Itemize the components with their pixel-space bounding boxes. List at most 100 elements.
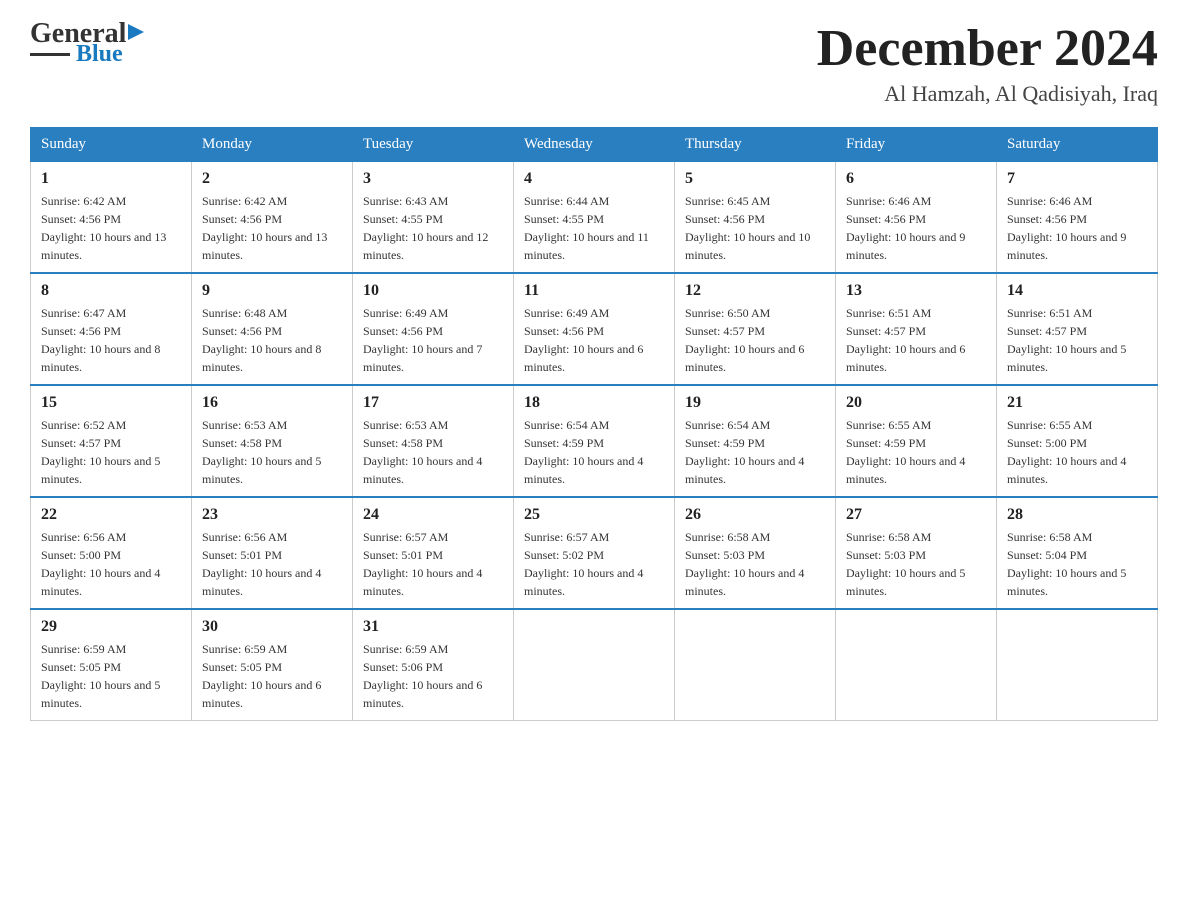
calendar-cell <box>997 609 1158 721</box>
weekday-header-monday: Monday <box>192 128 353 162</box>
day-info: Sunrise: 6:46 AMSunset: 4:56 PMDaylight:… <box>1007 194 1126 262</box>
calendar-cell: 27 Sunrise: 6:58 AMSunset: 5:03 PMDaylig… <box>836 497 997 609</box>
calendar-cell: 15 Sunrise: 6:52 AMSunset: 4:57 PMDaylig… <box>31 385 192 497</box>
calendar-cell: 31 Sunrise: 6:59 AMSunset: 5:06 PMDaylig… <box>353 609 514 721</box>
calendar-cell: 16 Sunrise: 6:53 AMSunset: 4:58 PMDaylig… <box>192 385 353 497</box>
day-info: Sunrise: 6:49 AMSunset: 4:56 PMDaylight:… <box>524 306 643 374</box>
day-number: 13 <box>846 282 986 300</box>
calendar-cell: 7 Sunrise: 6:46 AMSunset: 4:56 PMDayligh… <box>997 162 1158 274</box>
calendar-cell: 10 Sunrise: 6:49 AMSunset: 4:56 PMDaylig… <box>353 273 514 385</box>
calendar-cell: 29 Sunrise: 6:59 AMSunset: 5:05 PMDaylig… <box>31 609 192 721</box>
day-number: 8 <box>41 282 181 300</box>
day-info: Sunrise: 6:42 AMSunset: 4:56 PMDaylight:… <box>41 194 166 262</box>
calendar-cell: 28 Sunrise: 6:58 AMSunset: 5:04 PMDaylig… <box>997 497 1158 609</box>
day-number: 4 <box>524 170 664 188</box>
day-number: 14 <box>1007 282 1147 300</box>
day-number: 28 <box>1007 506 1147 524</box>
day-info: Sunrise: 6:56 AMSunset: 5:01 PMDaylight:… <box>202 530 321 598</box>
calendar-cell: 13 Sunrise: 6:51 AMSunset: 4:57 PMDaylig… <box>836 273 997 385</box>
day-info: Sunrise: 6:46 AMSunset: 4:56 PMDaylight:… <box>846 194 965 262</box>
day-info: Sunrise: 6:44 AMSunset: 4:55 PMDaylight:… <box>524 194 649 262</box>
day-info: Sunrise: 6:59 AMSunset: 5:05 PMDaylight:… <box>202 642 321 710</box>
day-number: 7 <box>1007 170 1147 188</box>
day-number: 2 <box>202 170 342 188</box>
calendar-cell: 21 Sunrise: 6:55 AMSunset: 5:00 PMDaylig… <box>997 385 1158 497</box>
day-number: 10 <box>363 282 503 300</box>
calendar-week-row: 1 Sunrise: 6:42 AMSunset: 4:56 PMDayligh… <box>31 162 1158 274</box>
day-info: Sunrise: 6:45 AMSunset: 4:56 PMDaylight:… <box>685 194 810 262</box>
logo-arrow-icon <box>128 22 148 42</box>
calendar-cell: 1 Sunrise: 6:42 AMSunset: 4:56 PMDayligh… <box>31 162 192 274</box>
calendar-cell: 4 Sunrise: 6:44 AMSunset: 4:55 PMDayligh… <box>514 162 675 274</box>
day-number: 5 <box>685 170 825 188</box>
calendar-cell: 3 Sunrise: 6:43 AMSunset: 4:55 PMDayligh… <box>353 162 514 274</box>
day-number: 17 <box>363 394 503 412</box>
weekday-header-friday: Friday <box>836 128 997 162</box>
day-number: 21 <box>1007 394 1147 412</box>
calendar-cell: 20 Sunrise: 6:55 AMSunset: 4:59 PMDaylig… <box>836 385 997 497</box>
day-info: Sunrise: 6:53 AMSunset: 4:58 PMDaylight:… <box>202 418 321 486</box>
day-info: Sunrise: 6:54 AMSunset: 4:59 PMDaylight:… <box>524 418 643 486</box>
weekday-header-wednesday: Wednesday <box>514 128 675 162</box>
calendar-cell: 9 Sunrise: 6:48 AMSunset: 4:56 PMDayligh… <box>192 273 353 385</box>
day-info: Sunrise: 6:55 AMSunset: 4:59 PMDaylight:… <box>846 418 965 486</box>
day-number: 27 <box>846 506 986 524</box>
calendar-cell <box>514 609 675 721</box>
calendar-cell: 23 Sunrise: 6:56 AMSunset: 5:01 PMDaylig… <box>192 497 353 609</box>
day-number: 20 <box>846 394 986 412</box>
day-number: 24 <box>363 506 503 524</box>
day-info: Sunrise: 6:49 AMSunset: 4:56 PMDaylight:… <box>363 306 482 374</box>
day-number: 22 <box>41 506 181 524</box>
calendar-cell <box>836 609 997 721</box>
day-info: Sunrise: 6:58 AMSunset: 5:03 PMDaylight:… <box>846 530 965 598</box>
calendar-cell: 17 Sunrise: 6:53 AMSunset: 4:58 PMDaylig… <box>353 385 514 497</box>
calendar-cell: 12 Sunrise: 6:50 AMSunset: 4:57 PMDaylig… <box>675 273 836 385</box>
day-info: Sunrise: 6:58 AMSunset: 5:03 PMDaylight:… <box>685 530 804 598</box>
day-info: Sunrise: 6:55 AMSunset: 5:00 PMDaylight:… <box>1007 418 1126 486</box>
calendar-cell: 11 Sunrise: 6:49 AMSunset: 4:56 PMDaylig… <box>514 273 675 385</box>
day-info: Sunrise: 6:47 AMSunset: 4:56 PMDaylight:… <box>41 306 160 374</box>
calendar-week-row: 29 Sunrise: 6:59 AMSunset: 5:05 PMDaylig… <box>31 609 1158 721</box>
calendar-cell: 22 Sunrise: 6:56 AMSunset: 5:00 PMDaylig… <box>31 497 192 609</box>
day-info: Sunrise: 6:56 AMSunset: 5:00 PMDaylight:… <box>41 530 160 598</box>
day-number: 30 <box>202 618 342 636</box>
calendar-cell: 30 Sunrise: 6:59 AMSunset: 5:05 PMDaylig… <box>192 609 353 721</box>
day-info: Sunrise: 6:48 AMSunset: 4:56 PMDaylight:… <box>202 306 321 374</box>
month-title: December 2024 <box>817 20 1158 77</box>
day-info: Sunrise: 6:51 AMSunset: 4:57 PMDaylight:… <box>1007 306 1126 374</box>
calendar-cell: 8 Sunrise: 6:47 AMSunset: 4:56 PMDayligh… <box>31 273 192 385</box>
calendar-cell: 18 Sunrise: 6:54 AMSunset: 4:59 PMDaylig… <box>514 385 675 497</box>
day-number: 15 <box>41 394 181 412</box>
logo-blue: Blue <box>76 42 123 66</box>
day-info: Sunrise: 6:51 AMSunset: 4:57 PMDaylight:… <box>846 306 965 374</box>
day-number: 1 <box>41 170 181 188</box>
day-info: Sunrise: 6:54 AMSunset: 4:59 PMDaylight:… <box>685 418 804 486</box>
day-info: Sunrise: 6:52 AMSunset: 4:57 PMDaylight:… <box>41 418 160 486</box>
day-info: Sunrise: 6:50 AMSunset: 4:57 PMDaylight:… <box>685 306 804 374</box>
day-info: Sunrise: 6:57 AMSunset: 5:02 PMDaylight:… <box>524 530 643 598</box>
day-number: 16 <box>202 394 342 412</box>
day-number: 19 <box>685 394 825 412</box>
calendar-cell: 2 Sunrise: 6:42 AMSunset: 4:56 PMDayligh… <box>192 162 353 274</box>
day-number: 31 <box>363 618 503 636</box>
weekday-header-sunday: Sunday <box>31 128 192 162</box>
day-number: 6 <box>846 170 986 188</box>
day-info: Sunrise: 6:57 AMSunset: 5:01 PMDaylight:… <box>363 530 482 598</box>
logo: General Blue <box>30 20 148 66</box>
weekday-header-saturday: Saturday <box>997 128 1158 162</box>
calendar-table: SundayMondayTuesdayWednesdayThursdayFrid… <box>30 127 1158 721</box>
day-info: Sunrise: 6:42 AMSunset: 4:56 PMDaylight:… <box>202 194 327 262</box>
calendar-cell: 25 Sunrise: 6:57 AMSunset: 5:02 PMDaylig… <box>514 497 675 609</box>
day-number: 25 <box>524 506 664 524</box>
calendar-cell: 5 Sunrise: 6:45 AMSunset: 4:56 PMDayligh… <box>675 162 836 274</box>
calendar-cell: 14 Sunrise: 6:51 AMSunset: 4:57 PMDaylig… <box>997 273 1158 385</box>
calendar-cell: 24 Sunrise: 6:57 AMSunset: 5:01 PMDaylig… <box>353 497 514 609</box>
day-number: 26 <box>685 506 825 524</box>
calendar-cell <box>675 609 836 721</box>
calendar-cell: 26 Sunrise: 6:58 AMSunset: 5:03 PMDaylig… <box>675 497 836 609</box>
day-info: Sunrise: 6:43 AMSunset: 4:55 PMDaylight:… <box>363 194 488 262</box>
page-header: General Blue December 2024 Al Hamzah, Al… <box>30 20 1158 107</box>
day-number: 29 <box>41 618 181 636</box>
calendar-cell: 6 Sunrise: 6:46 AMSunset: 4:56 PMDayligh… <box>836 162 997 274</box>
day-number: 11 <box>524 282 664 300</box>
